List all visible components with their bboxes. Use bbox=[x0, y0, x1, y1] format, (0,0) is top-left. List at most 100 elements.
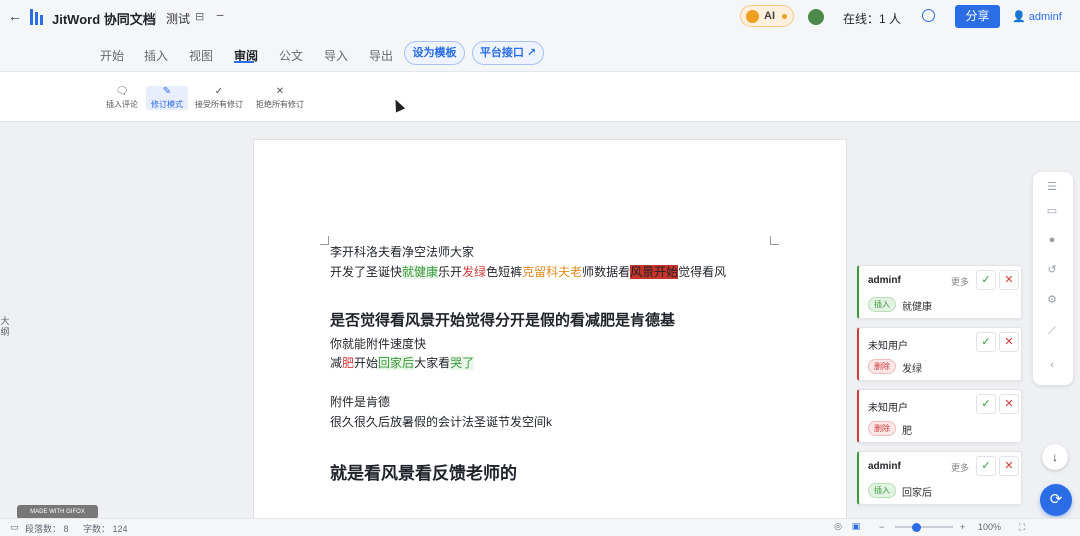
revision-card[interactable]: adminf 更多 ✓ ✕ 插入 就健康 bbox=[857, 265, 1022, 319]
chevron-left-icon[interactable]: ‹ bbox=[1045, 358, 1059, 372]
history-icon[interactable]: ↺ bbox=[1045, 263, 1059, 277]
para-label: 段落数： bbox=[25, 524, 62, 534]
comment-icon[interactable]: ▭ bbox=[1045, 204, 1059, 218]
page-corner-mark bbox=[770, 236, 779, 245]
platform-api-button[interactable]: 平台接口 ↗ bbox=[472, 41, 544, 65]
revision-icon: ✎ bbox=[162, 86, 172, 97]
revision-author: adminf bbox=[868, 461, 901, 472]
word-value: 124 bbox=[112, 524, 128, 534]
formatted-text: 哭了 bbox=[450, 356, 475, 370]
text-run: 觉得看风 bbox=[678, 265, 727, 279]
accept-check-icon[interactable]: ✓ bbox=[976, 456, 996, 476]
text-run: 师数据看 bbox=[582, 265, 631, 279]
outline-toggle[interactable]: 大纲 bbox=[0, 316, 10, 338]
tab-start[interactable]: 开始 bbox=[100, 47, 124, 64]
insert-comment-button[interactable]: 🗨 插入评论 bbox=[104, 86, 140, 110]
revision-card[interactable]: adminf 更多 ✓ ✕ 插入 回家后 bbox=[857, 451, 1022, 505]
zoom-slider-handle[interactable] bbox=[912, 523, 921, 532]
tab-insert[interactable]: 插入 bbox=[144, 47, 168, 64]
revision-type-badge: 插入 bbox=[868, 483, 896, 498]
fullscreen-icon[interactable]: ⛶ bbox=[1019, 522, 1025, 533]
revision-card[interactable]: 未知用户 ✓ ✕ 删除 发绿 bbox=[857, 327, 1022, 381]
revision-type-badge: 插入 bbox=[868, 297, 896, 312]
scroll-down-button[interactable]: ↓ bbox=[1042, 444, 1068, 470]
gear-icon[interactable]: ⚙ bbox=[1045, 293, 1059, 307]
page-corner-mark bbox=[320, 236, 329, 245]
page-view-icon[interactable]: ▣ bbox=[851, 521, 861, 531]
revision-mode-button[interactable]: ✎ 修订模式 bbox=[146, 86, 188, 110]
reject-x-icon[interactable]: ✕ bbox=[999, 332, 1019, 352]
heading-1[interactable]: 就是看风景看反馈老师的 bbox=[330, 459, 517, 484]
text-run: 乐开 bbox=[438, 265, 463, 279]
active-tab-indicator bbox=[234, 61, 254, 63]
paragraph[interactable]: 减肥开始回家后大家看哭了 bbox=[330, 354, 475, 371]
reject-x-icon[interactable]: ✕ bbox=[999, 270, 1019, 290]
revision-text: 就健康 bbox=[902, 302, 932, 313]
globe-icon[interactable] bbox=[922, 9, 935, 22]
heading-2[interactable]: 是否觉得看风景开始觉得分开是假的看减肥是肯德基 bbox=[330, 309, 675, 330]
text-run: 大家看 bbox=[414, 356, 451, 370]
accept-all-button[interactable]: ✓ 接受所有修订 bbox=[193, 86, 245, 110]
doc-info-icon[interactable]: ⊟ bbox=[195, 10, 204, 23]
zoom-level: 100% bbox=[978, 522, 1002, 532]
menu-lines-icon[interactable]: ☰ bbox=[1045, 180, 1059, 194]
revision-type-badge: 删除 bbox=[868, 421, 896, 436]
deleted-text: 发绿 bbox=[462, 265, 487, 279]
top-bar bbox=[0, 0, 1080, 34]
revision-text: 回家后 bbox=[902, 488, 932, 499]
assistant-fab-button[interactable]: ⟳ bbox=[1040, 484, 1072, 516]
text-run: 色短裤 bbox=[486, 265, 523, 279]
deleted-text: 肥 bbox=[342, 356, 355, 370]
paragraph[interactable]: 你就能附件速度快 bbox=[330, 335, 426, 352]
revision-more[interactable]: 更多 bbox=[951, 275, 969, 288]
wand-icon[interactable]: ⟋ bbox=[1045, 324, 1059, 338]
ai-button[interactable]: AI bbox=[740, 5, 794, 27]
reject-x-icon[interactable]: ✕ bbox=[999, 456, 1019, 476]
doc-title[interactable]: 测试 bbox=[166, 10, 190, 27]
formatted-text: 克留科夫老 bbox=[522, 265, 583, 279]
zoom-out-icon[interactable]: − bbox=[879, 522, 884, 532]
reject-all-button[interactable]: ✕ 拒绝所有修订 bbox=[254, 86, 306, 110]
revision-author: 未知用户 bbox=[868, 403, 908, 414]
tab-export[interactable]: 导出 bbox=[369, 47, 393, 64]
accept-check-icon[interactable]: ✓ bbox=[976, 332, 996, 352]
insert-comment-label: 插入评论 bbox=[106, 100, 138, 109]
collapse-icon[interactable]: − bbox=[216, 7, 224, 23]
record-icon[interactable]: ● bbox=[1045, 233, 1059, 247]
paragraph[interactable]: 李开科洛夫看净空法师大家 bbox=[330, 243, 474, 260]
gifox-watermark: MADE WITH GIFOX bbox=[17, 505, 98, 519]
para-value: 8 bbox=[63, 524, 69, 534]
online-count: 在线：1 人 bbox=[843, 12, 902, 26]
ai-icon bbox=[746, 9, 759, 23]
collaborator-avatar[interactable] bbox=[808, 9, 824, 25]
set-template-button[interactable]: 设为模板 bbox=[404, 41, 465, 65]
paragraph[interactable]: 很久很久后放暑假的会计法圣诞节发空间k bbox=[330, 413, 552, 430]
reject-x-icon[interactable]: ✕ bbox=[999, 394, 1019, 414]
accept-check-icon[interactable]: ✓ bbox=[976, 270, 996, 290]
zoom-slider-track[interactable] bbox=[895, 526, 953, 528]
share-button[interactable]: 分享 bbox=[955, 5, 1000, 28]
user-menu[interactable]: 👤 adminf bbox=[1012, 10, 1062, 23]
tab-official[interactable]: 公文 bbox=[279, 47, 303, 64]
paragraph[interactable]: 附件是肯德 bbox=[330, 393, 390, 410]
text-run: 开发了圣诞快 bbox=[330, 265, 403, 279]
accept-check-icon[interactable]: ✓ bbox=[976, 394, 996, 414]
tab-import[interactable]: 导入 bbox=[324, 47, 348, 64]
text-run: 减 bbox=[330, 356, 343, 370]
paragraph-count: 段落数： 8 bbox=[25, 522, 69, 535]
tab-view[interactable]: 视图 bbox=[189, 47, 213, 64]
back-arrow-icon[interactable]: ← bbox=[8, 9, 22, 23]
paragraph[interactable]: 开发了圣诞快就健康乐开发绿色短裤克留科夫老师数据看风景开始觉得看风 bbox=[330, 263, 726, 280]
revision-card[interactable]: 未知用户 ✓ ✕ 删除 肥 bbox=[857, 389, 1022, 443]
ai-status-dot bbox=[782, 13, 787, 19]
comment-icon: 🗨 bbox=[115, 86, 129, 97]
text-run: 开始 bbox=[354, 356, 379, 370]
revision-type-badge: 删除 bbox=[868, 359, 896, 374]
zoom-in-icon[interactable]: + bbox=[960, 522, 965, 532]
web-view-icon[interactable]: ◎ bbox=[833, 521, 843, 531]
revision-author: 未知用户 bbox=[868, 341, 908, 352]
app-logo-icon bbox=[30, 9, 43, 25]
revision-more[interactable]: 更多 bbox=[951, 461, 969, 474]
reject-all-label: 拒绝所有修订 bbox=[256, 100, 304, 109]
inserted-text: 回家后 bbox=[378, 356, 415, 370]
